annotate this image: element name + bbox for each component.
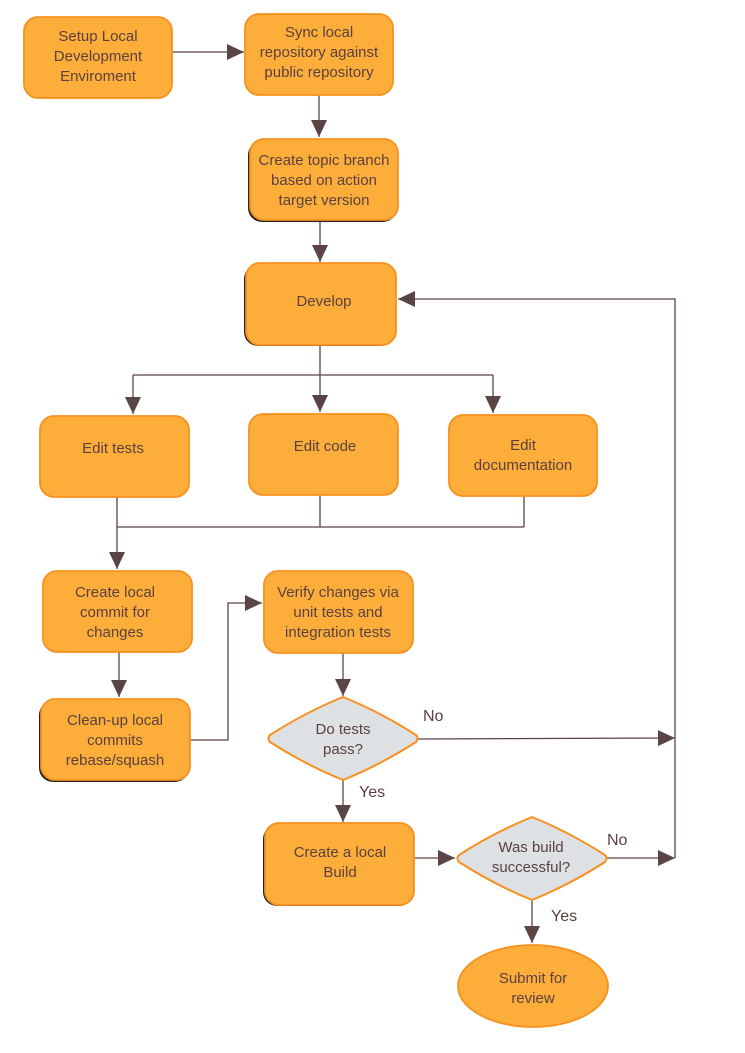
node-edit-docs: Edit documentation [448, 414, 598, 497]
node-setup-label: Setup Local Development Enviroment [54, 28, 143, 85]
node-local-commit: Create local commit for changes [42, 570, 193, 653]
node-edit-tests: Edit tests [39, 415, 190, 498]
edge-loop-back [398, 291, 676, 858]
edge-cleanup-verify [190, 595, 262, 741]
node-develop: Develop [244, 262, 397, 346]
node-topic-branch: Create topic branch based on action target… [248, 138, 399, 222]
node-setup: Setup Local Development Enviroment [23, 16, 173, 99]
decision-build-successful: Was build successful? [456, 815, 608, 902]
label-tests-no: No [423, 708, 444, 725]
decision-tests-pass: Do tests pass? [267, 695, 419, 782]
label-build-no: No [607, 832, 628, 849]
node-sync: Sync local repository against public repos… [244, 13, 394, 96]
edge-tests-no [417, 730, 676, 747]
node-local-commit-label: Create local commit for changes [75, 584, 155, 641]
node-develop-label: Develop [296, 293, 351, 310]
node-verify: Verify changes via unit tests and integrat… [263, 570, 414, 654]
node-edit-code-label: Edit code [294, 438, 357, 455]
node-local-build: Create a local Build [263, 822, 415, 906]
edge-merge [116, 495, 525, 528]
node-edit-code: Edit code [248, 413, 399, 496]
node-verify-label: Verify changes via unit tests and integrat… [277, 584, 399, 641]
node-submit-review: Submit for review [457, 944, 609, 1028]
label-build-yes: Yes [551, 908, 577, 925]
edge-develop-split [133, 345, 493, 376]
development-workflow-flowchart: Setup Local Development Enviroment Sync lo… [23, 13, 676, 1028]
label-tests-yes: Yes [359, 784, 385, 801]
node-cleanup: Clean-up local commits rebase/squash [39, 698, 191, 782]
node-edit-tests-label: Edit tests [82, 440, 144, 457]
